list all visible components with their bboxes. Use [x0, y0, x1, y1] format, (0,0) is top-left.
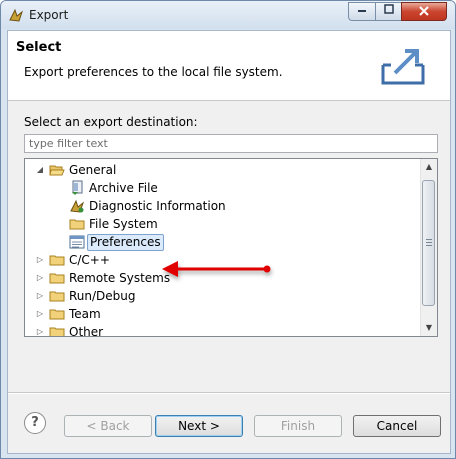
expand-triangle-icon[interactable]: ▷: [35, 269, 45, 287]
grip-line: [426, 242, 432, 243]
destination-tree[interactable]: ◢ General Archive File Diagnostic Inform…: [24, 158, 438, 337]
tree-item-other[interactable]: ▷ Other: [25, 323, 421, 337]
folder-icon: [49, 327, 65, 336]
destination-label: Select an export destination:: [24, 115, 198, 129]
wizard-header: Select Export preferences to the local f…: [8, 31, 450, 101]
archive-file-icon: [72, 180, 83, 195]
folder-icon: [69, 219, 85, 230]
diagnostic-icon: [70, 199, 85, 213]
expand-triangle-icon[interactable]: ▷: [35, 287, 45, 305]
tree-item-label: File System: [89, 217, 158, 231]
tree-item-team[interactable]: ▷ Team: [25, 305, 421, 323]
page-title: Select: [16, 40, 62, 55]
scroll-down-arrow-icon[interactable]: ▼: [421, 320, 437, 336]
grip-line: [426, 239, 432, 240]
tree-item-label: Run/Debug: [69, 289, 136, 303]
back-button[interactable]: < Back: [64, 415, 152, 437]
tree-item-label: Preferences: [87, 234, 164, 251]
footer-separator: [8, 392, 450, 394]
tree-item-diagnostic-information[interactable]: Diagnostic Information: [25, 197, 421, 215]
tree-item-file-system[interactable]: File System: [25, 215, 421, 233]
minimize-button[interactable]: [348, 2, 376, 21]
tree-scrollbar[interactable]: ▲ ▼: [420, 159, 437, 336]
tree-item-label: C/C++: [69, 253, 110, 267]
tree-item-label: General: [69, 163, 117, 177]
expand-triangle-icon[interactable]: ▷: [35, 251, 45, 269]
close-button[interactable]: [401, 2, 447, 21]
finish-button[interactable]: Finish: [254, 415, 342, 437]
export-dialog: Export Select Export preferences to the …: [0, 0, 456, 459]
grip-line: [426, 245, 432, 246]
tree-item-archive-file[interactable]: Archive File: [25, 179, 421, 197]
tree-item-run-debug[interactable]: ▷ Run/Debug: [25, 287, 421, 305]
folder-icon: [49, 255, 65, 266]
annotation-arrow-icon: [162, 261, 271, 277]
tree-item-label: Other: [69, 325, 104, 337]
eclipse-export-icon: [9, 8, 24, 22]
collapse-triangle-icon[interactable]: ◢: [35, 161, 45, 179]
scroll-thumb[interactable]: [422, 180, 435, 306]
export-wizard-icon: [381, 49, 425, 85]
expand-triangle-icon[interactable]: ▷: [35, 305, 45, 323]
tree-item-general[interactable]: ◢ General: [25, 161, 421, 179]
cancel-button[interactable]: Cancel: [353, 415, 441, 437]
tree-item-label: Team: [69, 307, 101, 321]
maximize-button[interactable]: [375, 2, 402, 21]
title-bar[interactable]: Export: [1, 1, 455, 29]
folder-open-icon: [49, 165, 65, 176]
folder-icon: [49, 291, 65, 302]
tree-item-label: Remote Systems: [69, 271, 171, 285]
minimize-icon: [358, 10, 366, 12]
scroll-up-arrow-icon[interactable]: ▲: [421, 159, 437, 175]
dialog-content: Select Export preferences to the local f…: [7, 30, 451, 454]
maximize-icon: [383, 4, 394, 14]
folder-icon: [49, 273, 65, 284]
tree-item-label: Diagnostic Information: [89, 199, 226, 213]
folder-icon: [49, 309, 65, 320]
page-description: Export preferences to the local file sys…: [24, 65, 283, 79]
next-button[interactable]: Next >: [155, 415, 243, 437]
preferences-icon: [69, 235, 85, 249]
tree-item-label: Archive File: [89, 181, 158, 195]
expand-triangle-icon[interactable]: ▷: [35, 323, 45, 336]
tree-item-preferences[interactable]: Preferences: [25, 233, 421, 251]
filter-input[interactable]: [24, 134, 438, 153]
close-icon: [419, 6, 429, 16]
window-title: Export: [29, 8, 69, 22]
help-button[interactable]: ?: [24, 412, 46, 434]
